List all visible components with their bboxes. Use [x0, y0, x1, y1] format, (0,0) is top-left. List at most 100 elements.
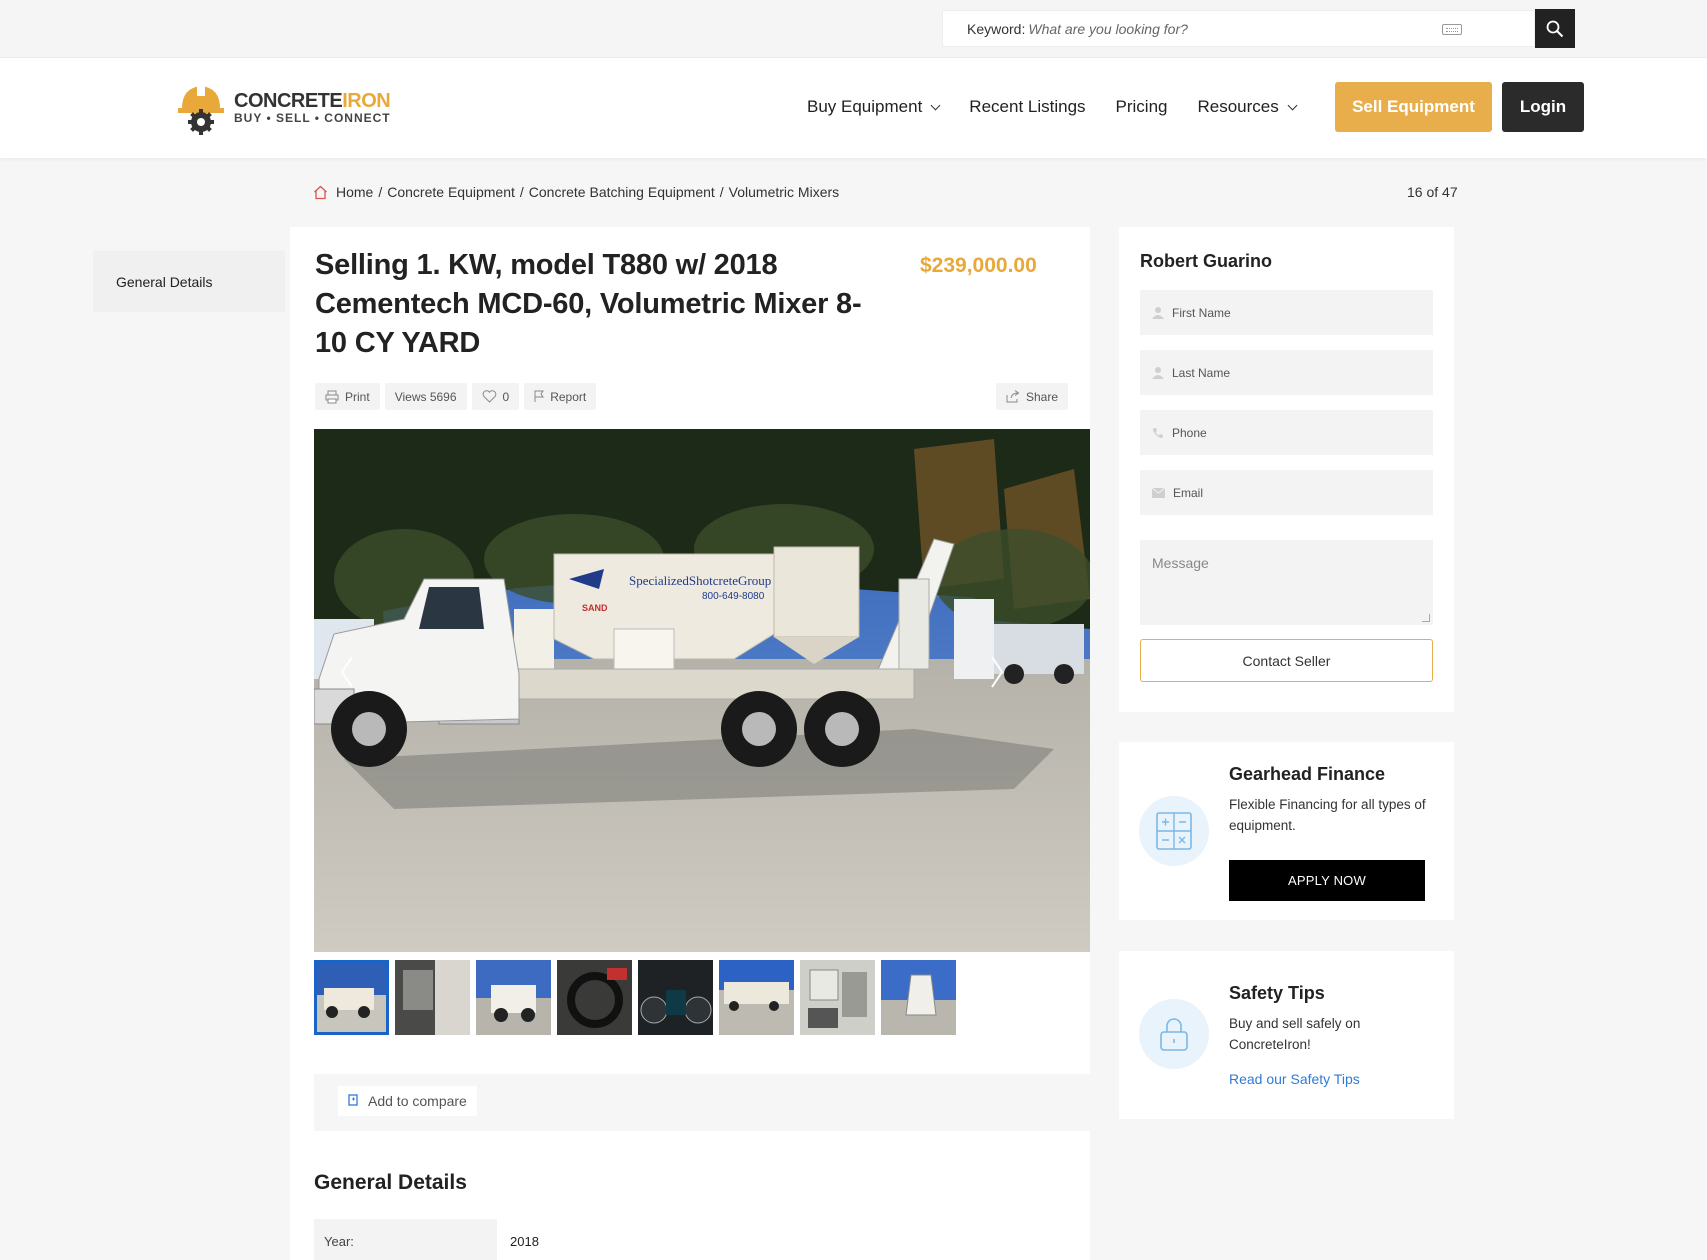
main-listing-image[interactable]: SpecializedShotcreteGroup 800-649-8080 S… [314, 429, 1090, 952]
search-icon [1546, 20, 1564, 37]
logo-hardhat-gear-icon [178, 84, 224, 135]
seller-name: Robert Guarino [1140, 251, 1273, 271]
print-button[interactable]: Print [315, 383, 380, 410]
listing-price: $239,000.00 [920, 254, 1037, 277]
logo-name: CONCRETEIRON [234, 90, 391, 113]
favorite-count: 0 [502, 389, 510, 404]
user-icon [1152, 367, 1164, 379]
phone-icon [1153, 427, 1163, 438]
truck-phone-text: 800-649-8080 [702, 591, 765, 602]
add-to-compare-button[interactable]: Add to compare [338, 1086, 477, 1116]
nav-label: Pricing [1115, 97, 1168, 116]
thumbnail-image [557, 960, 632, 1035]
pager-of: of [1426, 184, 1439, 200]
compare-icon [348, 1094, 358, 1106]
message-placeholder: Message [1152, 555, 1209, 571]
resize-handle-icon[interactable] [1422, 614, 1430, 622]
views-label: Views 5696 [394, 389, 457, 404]
lock-icon [1160, 1018, 1188, 1051]
thumbnail-image [395, 960, 470, 1035]
thumbnail[interactable] [314, 960, 389, 1035]
share-button[interactable]: Share [996, 383, 1069, 410]
first-name-field[interactable]: First Name [1140, 290, 1433, 335]
thumbnail[interactable] [800, 960, 875, 1035]
finance-card: Gearhead Finance Flexible Financing for … [1119, 742, 1454, 920]
report-button[interactable]: Report [524, 383, 597, 410]
general-details-heading: General Details [314, 1171, 467, 1194]
site-header: CONCRETEIRON BUY • SELL • CONNECT Buy Eq… [0, 58, 1707, 158]
contact-seller-button[interactable]: Contact Seller [1140, 639, 1433, 682]
thumbnail[interactable] [881, 960, 956, 1035]
breadcrumb: Home / Concrete Equipment / Concrete Bat… [313, 184, 839, 200]
main-nav: Buy Equipment Recent Listings Pricing Re… [807, 82, 1326, 132]
nav-label: Buy Equipment [807, 97, 923, 116]
detail-label: Year: [314, 1219, 497, 1260]
logo-name-part1: CONCRETE [234, 89, 343, 112]
email-placeholder: Email [1173, 485, 1204, 500]
last-name-placeholder: Last Name [1172, 365, 1231, 380]
breadcrumb-volumetric-mixers[interactable]: Volumetric Mixers [729, 184, 839, 200]
safety-icon-wrap [1139, 999, 1209, 1069]
breadcrumb-separator: / [519, 184, 524, 200]
logo-tagline: BUY • SELL • CONNECT [234, 110, 391, 125]
thumbnail[interactable] [395, 960, 470, 1035]
print-icon [325, 390, 339, 403]
phone-field[interactable]: Phone [1140, 410, 1433, 455]
safety-tips-link[interactable]: Read our Safety Tips [1229, 1071, 1360, 1087]
breadcrumb-concrete-equipment[interactable]: Concrete Equipment [387, 184, 515, 200]
truck-sand-text: SAND [582, 603, 608, 613]
thumbnail-image [800, 960, 875, 1035]
chevron-down-icon [930, 100, 941, 110]
search-input[interactable]: Keyword: What are you looking for? [942, 10, 1535, 47]
apply-now-button[interactable]: APPLY NOW [1229, 860, 1425, 901]
message-field[interactable]: Message [1140, 540, 1433, 625]
favorite-button[interactable]: 0 [471, 383, 520, 410]
detail-value: 2018 [510, 1233, 539, 1249]
keyboard-icon[interactable] [1442, 24, 1462, 35]
nav-pricing[interactable]: Pricing [1116, 97, 1168, 117]
nav-buy-equipment[interactable]: Buy Equipment [807, 97, 941, 117]
print-label: Print [345, 389, 370, 404]
phone-placeholder: Phone [1172, 425, 1207, 440]
thumbnail-image [476, 960, 551, 1035]
safety-title: Safety Tips [1229, 983, 1325, 1003]
envelope-icon [1152, 487, 1165, 498]
email-field[interactable]: Email [1140, 470, 1433, 515]
nav-label: Resources [1197, 97, 1279, 116]
nav-resources[interactable]: Resources [1197, 97, 1298, 117]
sidebar-tab-general-details[interactable]: General Details [93, 251, 285, 312]
safety-tips-card: Safety Tips Buy and sell safely on Concr… [1119, 951, 1454, 1119]
sell-equipment-button[interactable]: Sell Equipment [1335, 82, 1492, 132]
thumbnail[interactable] [557, 960, 632, 1035]
login-button[interactable]: Login [1502, 82, 1584, 132]
share-icon [1006, 390, 1020, 403]
nav-recent-listings[interactable]: Recent Listings [969, 97, 1085, 117]
nav-label: Recent Listings [969, 97, 1086, 116]
compare-label: Add to compare [368, 1093, 467, 1109]
thumbnail-image [719, 960, 794, 1035]
safety-text: Buy and sell safely on ConcreteIron! [1229, 1016, 1361, 1052]
breadcrumb-home[interactable]: Home [336, 184, 373, 200]
chevron-down-icon [1287, 100, 1298, 110]
search-label: Keyword: [967, 20, 1026, 37]
share-label: Share [1026, 389, 1059, 404]
listing-panel: Selling 1. KW, model T880 w/ 2018 Cement… [290, 227, 1090, 1260]
last-name-field[interactable]: Last Name [1140, 350, 1433, 395]
logo[interactable]: CONCRETEIRON BUY • SELL • CONNECT [176, 78, 391, 136]
thumbnail-image [638, 960, 713, 1035]
finance-title: Gearhead Finance [1229, 764, 1386, 784]
thumbnail[interactable] [638, 960, 713, 1035]
calculator-icon [1156, 812, 1192, 850]
listing-pager: 16 of 47 [1407, 184, 1458, 200]
breadcrumb-separator: / [719, 184, 724, 200]
thumbnail-image [881, 960, 956, 1035]
pager-total: 47 [1442, 184, 1458, 200]
breadcrumb-batching-equipment[interactable]: Concrete Batching Equipment [529, 184, 715, 200]
thumbnail[interactable] [719, 960, 794, 1035]
thumbnail-strip [314, 960, 962, 1035]
listing-actions: Print Views 5696 0 Report [315, 383, 601, 410]
search-button[interactable] [1535, 9, 1575, 48]
breadcrumb-separator: / [378, 184, 383, 200]
thumbnail[interactable] [476, 960, 551, 1035]
logo-name-part2: IRON [342, 89, 391, 112]
